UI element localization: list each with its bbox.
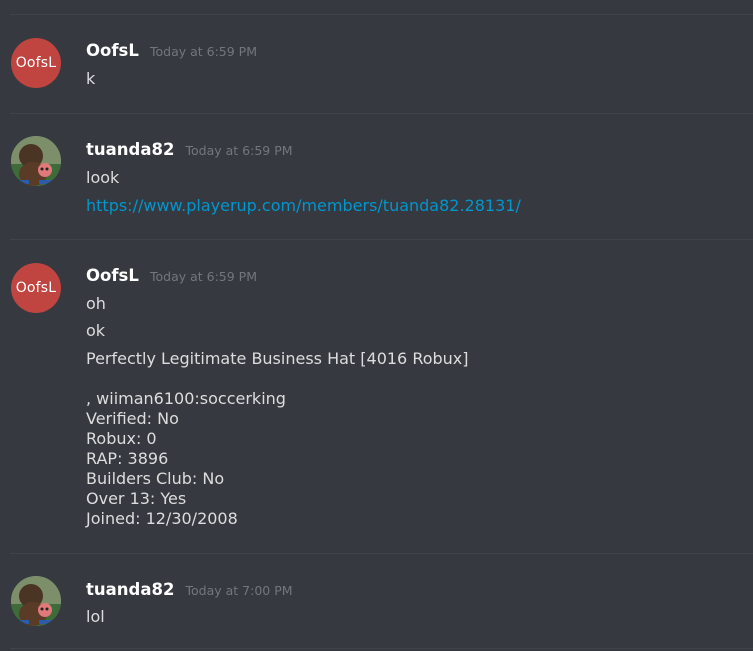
message-text: k [86,69,96,88]
details-line: Robux: 0 [86,429,157,448]
message-header: OofsL Today at 6:59 PM [86,266,257,285]
avatar-text: OofsL [15,280,57,296]
message-header: tuanda82 Today at 6:59 PM [86,140,293,159]
details-line: RAP: 3896 [86,449,169,468]
avatar[interactable]: OofsL [11,38,61,88]
username[interactable]: tuanda82 [86,140,174,159]
timestamp: Today at 7:00 PM [185,583,293,598]
avatar[interactable] [11,136,61,186]
message-header: tuanda82 Today at 7:00 PM [86,580,293,599]
message-divider [10,239,753,240]
message-divider [10,553,753,554]
avatar[interactable] [11,576,61,626]
timestamp: Today at 6:59 PM [149,269,258,284]
timestamp: Today at 6:59 PM [185,143,293,158]
username[interactable]: tuanda82 [86,580,174,599]
details-line: Over 13: Yes [86,489,187,508]
details-line: Verified: No [86,409,179,428]
message-text: oh [86,294,106,313]
message-divider [10,14,753,15]
avatar-image-icon [11,136,61,186]
message-header: OofsL Today at 6:59 PM [86,41,257,60]
avatar-image-icon [11,576,61,626]
details-line: , wiiman6100:soccerking [86,389,286,408]
details-line: Joined: 12/30/2008 [86,509,238,528]
message-link[interactable]: https://www.playerup.com/members/tuanda8… [86,196,521,215]
avatar-text: OofsL [15,55,57,71]
message-text: look [86,168,120,187]
details-line: Builders Club: No [86,469,225,488]
timestamp: Today at 6:59 PM [149,44,258,59]
username[interactable]: OofsL [86,41,139,60]
message-text: lol [86,607,105,626]
message-text: ok [86,321,106,340]
message-text: Perfectly Legitimate Business Hat [4016 … [86,349,469,368]
message-divider [10,113,753,114]
avatar[interactable]: OofsL [11,263,61,313]
username[interactable]: OofsL [86,266,139,285]
message-divider [10,648,753,649]
